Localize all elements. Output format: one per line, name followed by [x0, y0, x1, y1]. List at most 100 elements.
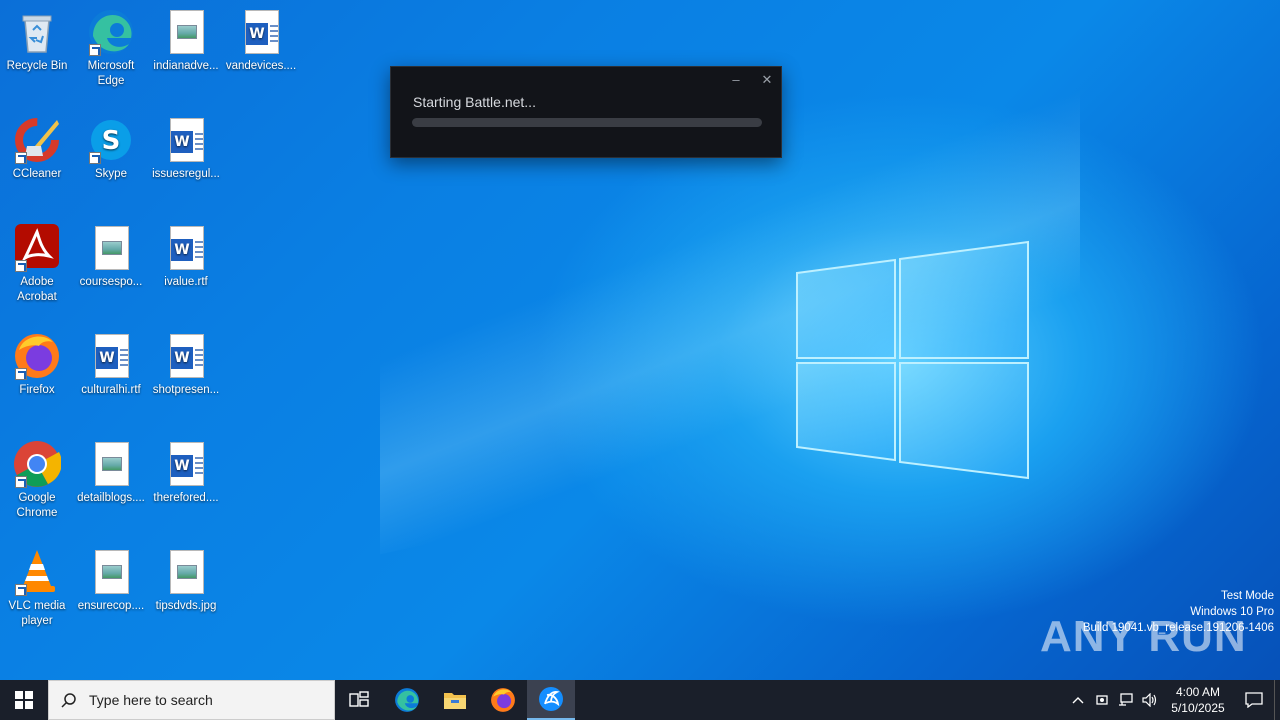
taskbar-edge-button[interactable] — [383, 680, 431, 720]
desktop-icon-label: shotpresen... — [152, 384, 220, 396]
network-button[interactable] — [1114, 680, 1138, 720]
volume-button[interactable] — [1138, 680, 1162, 720]
search-icon — [61, 693, 76, 708]
desktop-icon-recycle-bin[interactable]: Recycle Bin — [0, 8, 74, 74]
word-document-icon: W — [162, 116, 210, 164]
desktop-icon-word-file[interactable]: W issuesregul... — [149, 116, 223, 182]
desktop-icon-ccleaner[interactable]: CCleaner — [0, 116, 74, 182]
chevron-up-icon — [1072, 697, 1084, 704]
desktop-icon-label: Microsoft Edge — [87, 60, 135, 87]
desktop-icon-word-file[interactable]: W ivalue.rtf — [149, 224, 223, 290]
taskbar-search-box[interactable]: Type here to search — [48, 680, 335, 720]
desktop-icon-google-chrome[interactable]: Google Chrome — [0, 440, 74, 521]
desktop-icon-word-file[interactable]: W shotpresen... — [149, 332, 223, 398]
desktop-icon-firefox[interactable]: Firefox — [0, 332, 74, 398]
word-document-icon: W — [162, 224, 210, 272]
show-hidden-icons-button[interactable] — [1066, 680, 1090, 720]
clock-date: 5/10/2025 — [1171, 701, 1225, 715]
minimize-button[interactable]: – — [726, 71, 746, 89]
close-button[interactable]: ✕ — [757, 71, 777, 89]
battlenet-startup-window[interactable]: – ✕ Starting Battle.net... — [390, 66, 782, 158]
desktop-icon-label: ivalue.rtf — [164, 276, 208, 288]
desktop: Recycle Bin CCleaner Adobe Acrobat Firef… — [0, 0, 1280, 680]
search-placeholder: Type here to search — [89, 692, 213, 708]
firefox-icon — [13, 332, 61, 380]
watermark-edition: Windows 10 Pro — [1190, 606, 1274, 618]
desktop-icon-word-file[interactable]: W culturalhi.rtf — [74, 332, 148, 398]
system-tray: 4:00 AM 5/10/2025 — [1066, 680, 1280, 720]
watermark-build: Build 19041.vb_release.191206-1406 — [1082, 622, 1274, 634]
windows-start-icon — [15, 691, 33, 709]
shortcut-arrow-icon — [15, 584, 27, 596]
desktop-icon-label: coursespo... — [79, 276, 143, 288]
taskbar-battlenet-button[interactable] — [527, 680, 575, 720]
desktop-icon-vlc[interactable]: VLC media player — [0, 548, 74, 629]
word-document-icon: W — [237, 8, 285, 56]
desktop-icon-label: culturalhi.rtf — [81, 384, 141, 396]
desktop-icon-word-file[interactable]: W vandevices.... — [224, 8, 298, 74]
shortcut-arrow-icon — [15, 476, 27, 488]
taskbar-clock[interactable]: 4:00 AM 5/10/2025 — [1162, 684, 1234, 716]
word-document-icon: W — [87, 332, 135, 380]
desktop-icon-label: therefored.... — [153, 492, 219, 504]
desktop-icon-image-file[interactable]: ensurecop.... — [74, 548, 148, 614]
startup-status-text: Starting Battle.net... — [413, 94, 536, 110]
system-watermark: Test Mode Windows 10 Pro Build 19041.vb_… — [1083, 588, 1274, 636]
desktop-icon-label: Google Chrome — [16, 492, 58, 519]
desktop-icon-adobe-acrobat[interactable]: Adobe Acrobat — [0, 224, 74, 305]
chrome-icon — [13, 440, 62, 488]
tray-app-button[interactable] — [1090, 680, 1114, 720]
desktop-icon-label: detailblogs.... — [77, 492, 145, 504]
shortcut-arrow-icon — [15, 152, 27, 164]
edge-icon — [395, 688, 419, 712]
desktop-icon-label: Recycle Bin — [6, 60, 68, 72]
desktop-icon-label: Adobe Acrobat — [17, 276, 57, 303]
image-file-icon — [162, 548, 210, 596]
firefox-icon — [491, 688, 515, 712]
ccleaner-icon — [13, 116, 61, 164]
desktop-icon-image-file[interactable]: indianadve... — [149, 8, 223, 74]
edge-icon — [87, 8, 135, 56]
desktop-icon-label: ensurecop.... — [77, 600, 145, 612]
task-view-icon — [349, 691, 369, 707]
speaker-icon — [1142, 693, 1157, 707]
task-view-button[interactable] — [335, 680, 383, 720]
shortcut-arrow-icon — [15, 368, 27, 380]
show-desktop-button[interactable] — [1274, 680, 1280, 720]
desktop-icon-image-file[interactable]: coursespo... — [74, 224, 148, 290]
taskbar: Type here to search 4:00 AM 5/10/2025 — [0, 680, 1280, 720]
desktop-icon-skype[interactable]: S Skype — [74, 116, 148, 182]
svg-text:S: S — [102, 126, 121, 156]
desktop-icon-image-file[interactable]: detailblogs.... — [74, 440, 148, 506]
start-button[interactable] — [0, 680, 48, 720]
vlc-cone-icon — [13, 548, 61, 596]
folder-icon — [444, 693, 466, 709]
taskbar-firefox-button[interactable] — [479, 680, 527, 720]
word-document-icon: W — [162, 440, 210, 488]
desktop-icon-label: VLC media player — [8, 600, 66, 627]
image-file-icon — [87, 548, 135, 596]
acrobat-icon — [13, 224, 61, 272]
battlenet-icon — [539, 687, 563, 711]
action-center-button[interactable] — [1234, 680, 1274, 720]
notification-icon — [1245, 692, 1263, 708]
watermark-test-mode: Test Mode — [1220, 590, 1274, 602]
tray-device-icon — [1096, 695, 1108, 705]
shortcut-arrow-icon — [15, 260, 27, 272]
desktop-icon-label: CCleaner — [12, 168, 62, 180]
image-file-icon — [162, 8, 210, 56]
desktop-icon-microsoft-edge[interactable]: Microsoft Edge — [74, 8, 148, 89]
clock-time: 4:00 AM — [1175, 685, 1221, 699]
desktop-icon-word-file[interactable]: W therefored.... — [149, 440, 223, 506]
startup-progress-bar — [412, 118, 762, 127]
desktop-icon-label: Skype — [95, 168, 127, 180]
shortcut-arrow-icon — [89, 152, 101, 164]
image-file-icon — [87, 440, 135, 488]
image-file-icon — [87, 224, 135, 272]
desktop-icon-label: tipsdvds.jpg — [155, 600, 217, 612]
taskbar-file-explorer-button[interactable] — [431, 680, 479, 720]
windows-logo-wallpaper — [796, 240, 1029, 480]
recycle-bin-icon — [13, 8, 61, 56]
shortcut-arrow-icon — [89, 44, 101, 56]
desktop-icon-image-file[interactable]: tipsdvds.jpg — [149, 548, 223, 614]
